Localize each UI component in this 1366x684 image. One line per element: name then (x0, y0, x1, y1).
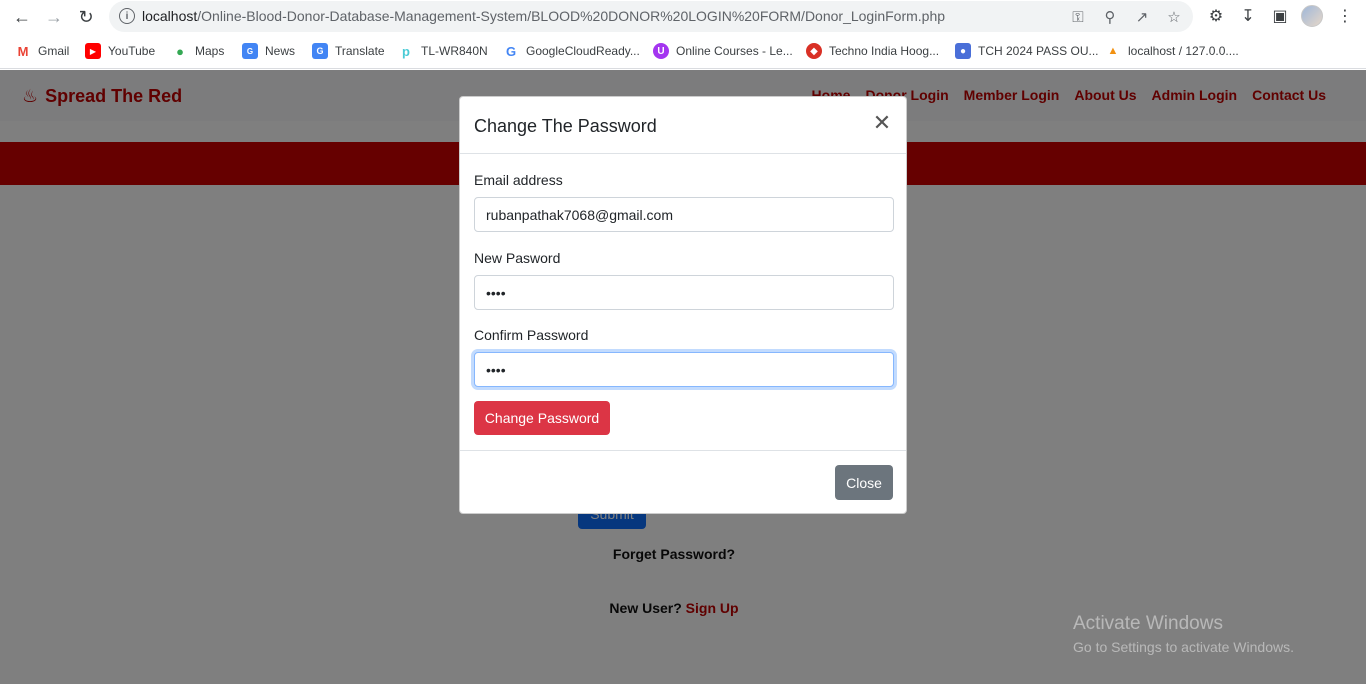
change-password-button[interactable]: Change Password (474, 401, 610, 435)
techno-icon: ◆ (806, 43, 822, 59)
reload-icon[interactable]: ↻ (74, 5, 98, 29)
share-icon[interactable]: ↗ (1131, 6, 1153, 28)
bookmark-label: GoogleCloudReady... (526, 44, 640, 58)
browser-toolbar: ← → ↻ i localhost/Online-Blood-Donor-Dat… (0, 0, 1366, 33)
bookmark-label: Translate (335, 44, 385, 58)
bookmark-label: Online Courses - Le... (676, 44, 793, 58)
bookmark-news[interactable]: G News (242, 43, 295, 59)
bookmark-maps[interactable]: ● Maps (172, 43, 224, 59)
youtube-icon: ▶ (85, 43, 101, 59)
phpmyadmin-icon: ▲ (1105, 43, 1121, 59)
bookmarks-bar: M Gmail ▶ YouTube ● Maps G News G Translate p… (0, 33, 1366, 69)
bookmark-label: TL-WR840N (421, 44, 488, 58)
tplink-icon: p (398, 43, 414, 59)
bookmark-label: News (265, 44, 296, 58)
side-panel-icon[interactable]: ▣ (1269, 5, 1291, 27)
modal-title: Change The Password (474, 116, 657, 136)
key-icon[interactable]: ⚿ (1067, 6, 1089, 28)
extensions-icon[interactable]: ⚙ (1205, 5, 1227, 27)
new-password-label: New Pasword (474, 250, 561, 266)
email-field[interactable] (474, 197, 894, 232)
bookmark-localhost[interactable]: ▲ localhost / 127.0.0.... (1105, 43, 1239, 59)
close-button[interactable]: Close (835, 465, 893, 500)
bookmark-tplink[interactable]: p TL-WR840N (398, 43, 488, 59)
courses-icon: U (653, 43, 669, 59)
close-icon[interactable]: ✕ (872, 112, 892, 134)
watermark-title: Activate Windows (1073, 613, 1223, 634)
back-icon[interactable]: ← (10, 5, 34, 29)
confirm-password-label: Confirm Password (474, 327, 589, 343)
url-host: localhost (142, 8, 198, 24)
bookmark-gmail[interactable]: M Gmail (15, 43, 69, 59)
new-password-field[interactable] (474, 275, 894, 310)
url-path: /Online-Blood-Donor-Database-Management-… (197, 8, 946, 24)
bookmark-label: TCH 2024 PASS OU... (978, 44, 1099, 58)
watermark-subtitle: Go to Settings to activate Windows. (1073, 639, 1294, 655)
confirm-password-field[interactable] (474, 352, 894, 387)
modal-footer: Close (460, 450, 906, 513)
bookmark-label: Techno India Hoog... (829, 44, 940, 58)
bookmark-label: Gmail (38, 44, 70, 58)
news-icon: G (242, 43, 258, 59)
modal-header: Change The Password ✕ (460, 97, 906, 154)
google-icon: G (503, 43, 519, 59)
email-label: Email address (474, 172, 563, 188)
bookmark-label: YouTube (108, 44, 156, 58)
url-text[interactable]: localhost/Online-Blood-Donor-Database-Ma… (142, 8, 945, 24)
translate-icon: G (312, 43, 328, 59)
site-info-icon[interactable]: i (119, 8, 135, 24)
bookmark-googlecloud[interactable]: G GoogleCloudReady... (503, 43, 640, 59)
forward-icon[interactable]: → (42, 5, 66, 29)
download-icon[interactable]: ↧ (1237, 5, 1259, 27)
change-password-modal: Change The Password ✕ Email address New … (459, 96, 907, 514)
maps-icon: ● (172, 43, 188, 59)
gmail-icon: M (15, 43, 31, 59)
bookmark-label: Maps (195, 44, 225, 58)
bookmark-youtube[interactable]: ▶ YouTube (85, 43, 155, 59)
avatar[interactable] (1301, 5, 1323, 27)
bookmark-label: localhost / 127.0.0.... (1128, 44, 1239, 58)
bookmark-techno[interactable]: ◆ Techno India Hoog... (806, 43, 939, 59)
bookmark-tch[interactable]: ● TCH 2024 PASS OU... (955, 43, 1099, 59)
zoom-icon[interactable]: ⚲ (1099, 6, 1121, 28)
star-icon[interactable]: ☆ (1163, 6, 1185, 28)
group-icon: ● (955, 43, 971, 59)
address-bar[interactable]: i localhost/Online-Blood-Donor-Database-… (109, 1, 1193, 32)
bookmark-courses[interactable]: U Online Courses - Le... (653, 43, 793, 59)
bookmark-translate[interactable]: G Translate (312, 43, 385, 59)
windows-watermark: Activate Windows Go to Settings to activ… (1073, 613, 1294, 655)
page-content: ♨ Spread The Red Home Donor Login Member… (0, 70, 1366, 684)
menu-icon[interactable]: ⋮ (1334, 5, 1356, 27)
